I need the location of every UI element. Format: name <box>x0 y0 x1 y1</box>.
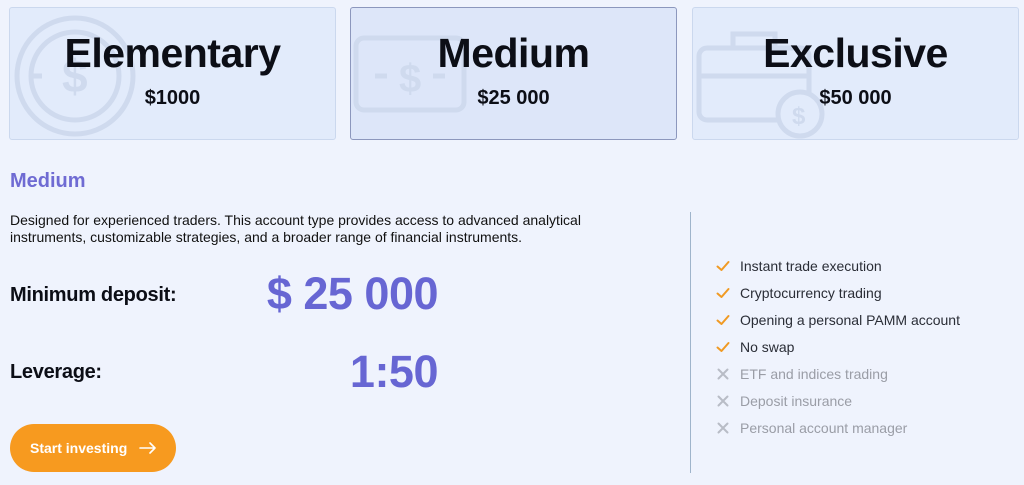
cross-icon <box>716 394 730 408</box>
plan-card-elementary[interactable]: $ Elementary $1000 <box>9 7 336 140</box>
plan-name: Exclusive <box>763 30 948 76</box>
check-icon <box>716 340 730 354</box>
min-deposit-label: Minimum deposit: <box>10 284 177 306</box>
feature-item: Instant trade execution <box>716 252 960 279</box>
check-icon <box>716 313 730 327</box>
plan-title: Medium <box>10 170 86 192</box>
start-investing-label: Start investing <box>30 440 128 456</box>
feature-label: Instant trade execution <box>740 257 882 274</box>
column-divider <box>690 212 691 473</box>
feature-label: Personal account manager <box>740 419 908 436</box>
feature-item: Cryptocurrency trading <box>716 279 960 306</box>
cross-icon <box>716 367 730 381</box>
feature-item: No swap <box>716 333 960 360</box>
arrow-right-icon <box>139 442 157 454</box>
plan-price: $50 000 <box>819 87 892 109</box>
plan-card-medium[interactable]: $ Medium $25 000 <box>350 7 677 140</box>
plan-description: Designed for experienced traders. This a… <box>10 212 581 245</box>
feature-item: Deposit insurance <box>716 387 960 414</box>
feature-list: Instant trade execution Cryptocurrency t… <box>716 252 960 441</box>
plan-name: Elementary <box>64 30 281 76</box>
feature-item: Personal account manager <box>716 414 960 441</box>
leverage-label: Leverage: <box>10 361 102 383</box>
check-icon <box>716 259 730 273</box>
cross-icon <box>716 421 730 435</box>
min-deposit-value: $ 25 000 <box>266 268 439 319</box>
feature-label: Opening a personal PAMM account <box>740 311 960 328</box>
feature-label: No swap <box>740 338 795 355</box>
check-icon <box>716 286 730 300</box>
plan-selector: $ Elementary $1000 $ Medium $25 000 $ Ex… <box>9 7 1019 140</box>
feature-label: ETF and indices trading <box>740 365 888 382</box>
start-investing-button[interactable]: Start investing <box>10 424 176 472</box>
plan-price: $25 000 <box>477 87 550 109</box>
plan-price: $1000 <box>144 87 201 109</box>
plan-name: Medium <box>437 30 590 76</box>
feature-item: ETF and indices trading <box>716 360 960 387</box>
plan-card-exclusive[interactable]: $ Exclusive $50 000 <box>692 7 1019 140</box>
feature-item: Opening a personal PAMM account <box>716 306 960 333</box>
feature-label: Cryptocurrency trading <box>740 284 882 301</box>
leverage-value: 1:50 <box>349 346 439 397</box>
feature-label: Deposit insurance <box>740 392 853 409</box>
